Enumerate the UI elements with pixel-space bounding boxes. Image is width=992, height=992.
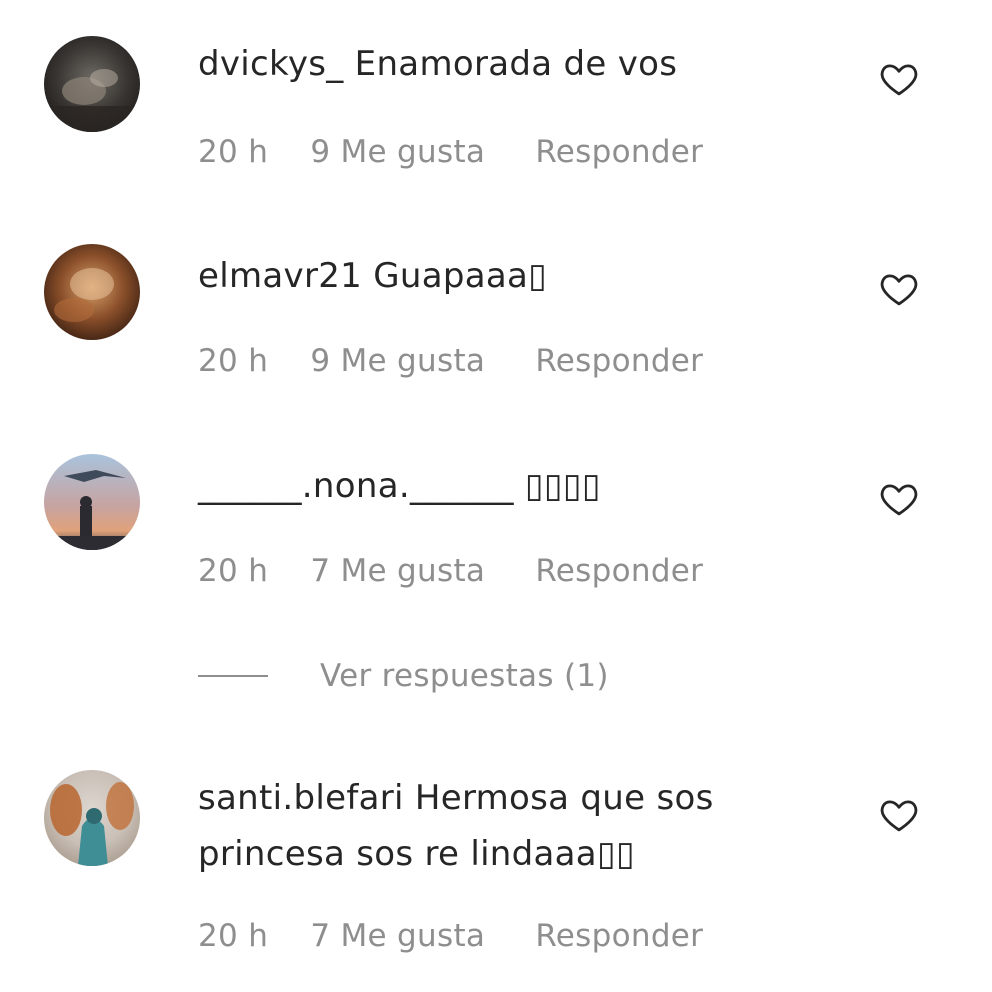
comment-likes[interactable]: 7 Me gusta [310,553,485,589]
reply-button[interactable]: Responder [535,134,703,170]
comment-body: Guapaaa▯ [373,256,548,296]
comment-text: elmavr21 Guapaaa▯ [198,248,838,304]
reply-button[interactable]: Responder [535,343,703,379]
comment-username[interactable]: elmavr21 [198,256,362,296]
comment-time: 20 h [198,134,269,170]
comment-body: Enamorada de vos [354,44,678,84]
divider-line [198,675,268,677]
comment-likes[interactable]: 9 Me gusta [310,134,485,170]
comment-text: dvickys_ Enamorada de vos [198,36,838,92]
comment-likes[interactable]: 9 Me gusta [310,343,485,379]
comment-meta: 20 h 9 Me gusta Responder [198,134,703,170]
avatar[interactable] [44,36,140,132]
heart-outline-icon[interactable] [878,478,920,520]
comment-meta: 20 h 7 Me gusta Responder [198,553,703,589]
heart-outline-icon[interactable] [878,794,920,836]
comment-time: 20 h [198,553,269,589]
comment-time: 20 h [198,918,269,954]
avatar[interactable] [44,244,140,340]
reply-button[interactable]: Responder [535,918,703,954]
reply-button[interactable]: Responder [535,553,703,589]
comment-likes[interactable]: 7 Me gusta [310,918,485,954]
comment-username[interactable]: santi.blefari [198,778,404,818]
view-replies-button[interactable]: Ver respuestas (1) [198,655,609,697]
comment-text: ______.nona.______ ▯▯▯▯ [198,458,838,514]
avatar[interactable] [44,770,140,866]
heart-outline-icon[interactable] [878,58,920,100]
comment-meta: 20 h 7 Me gusta Responder [198,918,703,954]
comment-username[interactable]: ______.nona.______ [198,466,514,506]
view-replies-label: Ver respuestas (1) [320,658,609,694]
comment-body: ▯▯▯▯ [524,466,601,506]
avatar[interactable] [44,454,140,550]
heart-outline-icon[interactable] [878,268,920,310]
comment-meta: 20 h 9 Me gusta Responder [198,343,703,379]
comment-text: santi.blefari Hermosa que sos princesa s… [198,770,838,882]
comment-username[interactable]: dvickys_ [198,44,344,84]
comment-time: 20 h [198,343,269,379]
